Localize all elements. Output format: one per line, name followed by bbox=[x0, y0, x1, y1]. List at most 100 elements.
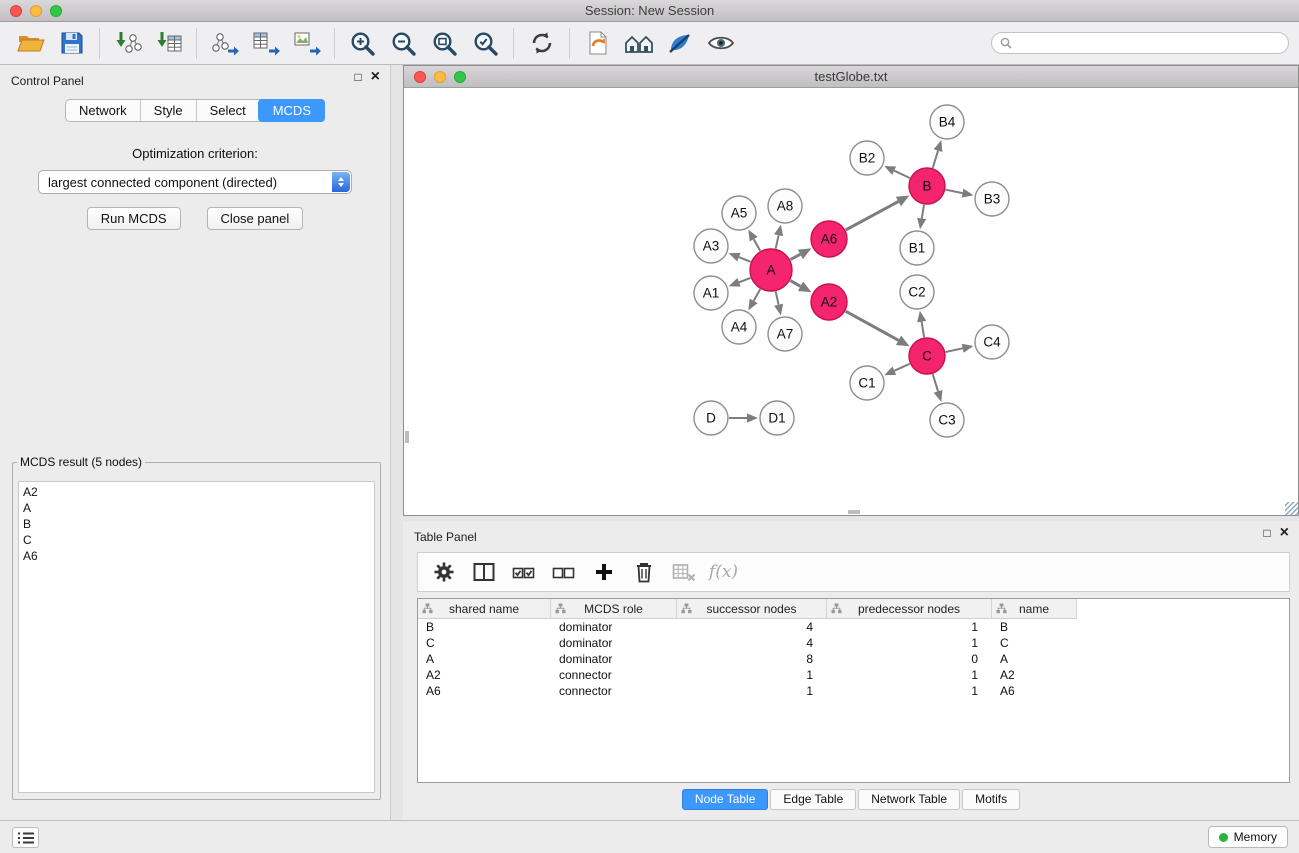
import-network-button[interactable] bbox=[107, 25, 148, 62]
node-D1[interactable]: D1 bbox=[760, 401, 794, 435]
table-row[interactable]: A6connector11A6 bbox=[418, 683, 1289, 699]
deselect-all-button[interactable] bbox=[550, 558, 577, 586]
first-neighbors-button[interactable] bbox=[618, 25, 659, 62]
function-builder-button[interactable]: f(x) bbox=[710, 558, 737, 586]
horizontal-scroll-mark[interactable] bbox=[848, 510, 860, 514]
node-C[interactable]: C bbox=[909, 338, 945, 374]
node-A2[interactable]: A2 bbox=[811, 284, 847, 320]
mcds-result-list[interactable]: A2ABCA6 bbox=[18, 481, 375, 793]
mcds-result-item[interactable]: A bbox=[23, 500, 370, 516]
table-row[interactable]: Cdominator41C bbox=[418, 635, 1289, 651]
tab-network[interactable]: Network bbox=[66, 100, 140, 121]
edge-C-C1[interactable] bbox=[884, 364, 909, 375]
node-B2[interactable]: B2 bbox=[850, 141, 884, 175]
column-header-predecessor-nodes[interactable]: predecessor nodes bbox=[827, 599, 992, 619]
node-C4[interactable]: C4 bbox=[975, 325, 1009, 359]
run-mcds-button[interactable]: Run MCDS bbox=[87, 207, 181, 230]
float-panel-icon[interactable]: □ bbox=[354, 71, 361, 83]
edge-B-B1[interactable] bbox=[917, 205, 926, 229]
network-canvas[interactable]: B4 B2 B B3 A5 A8 A6 B1 A3 A A1 C2 A2 A4 A7 C4 C C1 C3 D D1 bbox=[404, 89, 1298, 515]
minimize-window-icon[interactable] bbox=[30, 5, 42, 17]
node-C3[interactable]: C3 bbox=[930, 403, 964, 437]
mcds-result-item[interactable]: A2 bbox=[23, 484, 370, 500]
node-A5[interactable]: A5 bbox=[722, 196, 756, 230]
edge-D-D1[interactable] bbox=[729, 413, 758, 422]
edge-A2-C[interactable] bbox=[846, 311, 910, 346]
edge-A-A2[interactable] bbox=[790, 281, 811, 293]
node-B3[interactable]: B3 bbox=[975, 182, 1009, 216]
float-table-panel-icon[interactable]: □ bbox=[1263, 527, 1270, 539]
edge-C-C4[interactable] bbox=[946, 344, 974, 353]
mcds-result-item[interactable]: B bbox=[23, 516, 370, 532]
edge-A-A7[interactable] bbox=[774, 292, 783, 316]
tab-select[interactable]: Select bbox=[196, 100, 259, 121]
network-window-titlebar[interactable]: testGlobe.txt bbox=[404, 66, 1298, 88]
node-B[interactable]: B bbox=[909, 168, 945, 204]
network-graph[interactable]: B4 B2 B B3 A5 A8 A6 B1 A3 A A1 C2 A2 A4 A7 C4 C C1 C3 D D1 bbox=[404, 89, 1298, 515]
export-network-button[interactable] bbox=[204, 25, 245, 62]
hide-selected-button[interactable] bbox=[659, 25, 700, 62]
zoom-fit-button[interactable] bbox=[424, 25, 465, 62]
node-A1[interactable]: A1 bbox=[694, 276, 728, 310]
node-B1[interactable]: B1 bbox=[900, 231, 934, 265]
node-A6[interactable]: A6 bbox=[811, 221, 847, 257]
show-details-button[interactable] bbox=[700, 25, 741, 62]
zoom-selected-button[interactable] bbox=[465, 25, 506, 62]
tab-mcds[interactable]: MCDS bbox=[258, 99, 325, 122]
node-A7[interactable]: A7 bbox=[768, 317, 802, 351]
edge-B-B3[interactable] bbox=[946, 189, 974, 198]
table-row[interactable]: Bdominator41B bbox=[418, 619, 1289, 635]
close-mcds-panel-button[interactable]: Close panel bbox=[207, 207, 304, 230]
node-C1[interactable]: C1 bbox=[850, 366, 884, 400]
edge-A-A1[interactable] bbox=[729, 278, 751, 287]
node-A4[interactable]: A4 bbox=[722, 310, 756, 344]
tab-node-table[interactable]: Node Table bbox=[682, 789, 769, 810]
search-input[interactable] bbox=[1017, 36, 1280, 50]
open-session-button[interactable] bbox=[10, 25, 51, 62]
zoom-view-icon[interactable] bbox=[454, 71, 466, 83]
column-header-successor-nodes[interactable]: successor nodes bbox=[677, 599, 827, 619]
memory-button[interactable]: Memory bbox=[1208, 826, 1288, 848]
mcds-result-item[interactable]: C bbox=[23, 532, 370, 548]
tab-edge-table[interactable]: Edge Table bbox=[770, 789, 856, 810]
export-table-button[interactable] bbox=[245, 25, 286, 62]
search-box[interactable] bbox=[991, 32, 1289, 54]
node-D[interactable]: D bbox=[694, 401, 728, 435]
refresh-button[interactable] bbox=[521, 25, 562, 62]
zoom-in-button[interactable] bbox=[342, 25, 383, 62]
vertical-scroll-mark[interactable] bbox=[405, 431, 409, 443]
column-header-shared-name[interactable]: shared name bbox=[418, 599, 551, 619]
save-session-button[interactable] bbox=[51, 25, 92, 62]
criterion-dropdown[interactable]: largest connected component (directed) bbox=[38, 170, 352, 194]
table-row[interactable]: A2connector11A2 bbox=[418, 667, 1289, 683]
node-A[interactable]: A bbox=[750, 249, 792, 291]
table-row[interactable]: Adominator80A bbox=[418, 651, 1289, 667]
node-A8[interactable]: A8 bbox=[768, 189, 802, 223]
edge-A-A4[interactable] bbox=[748, 289, 760, 310]
edge-B-B2[interactable] bbox=[884, 166, 910, 178]
edge-A-A5[interactable] bbox=[748, 230, 760, 251]
export-image-button[interactable] bbox=[286, 25, 327, 62]
close-table-panel-icon[interactable]: × bbox=[1280, 527, 1289, 539]
export-session-button[interactable] bbox=[577, 25, 618, 62]
add-column-button[interactable] bbox=[590, 558, 617, 586]
mcds-result-item[interactable]: A6 bbox=[23, 548, 370, 564]
show-columns-button[interactable] bbox=[470, 558, 497, 586]
edge-A-A3[interactable] bbox=[729, 253, 751, 262]
edge-B-B4[interactable] bbox=[933, 140, 943, 168]
import-table-button[interactable] bbox=[148, 25, 189, 62]
node-C2[interactable]: C2 bbox=[900, 275, 934, 309]
tab-style[interactable]: Style bbox=[140, 100, 196, 121]
edge-A-A6[interactable] bbox=[790, 248, 811, 259]
zoom-window-icon[interactable] bbox=[50, 5, 62, 17]
minimize-view-icon[interactable] bbox=[434, 71, 446, 83]
column-header-MCDS-role[interactable]: MCDS role bbox=[551, 599, 677, 619]
close-view-icon[interactable] bbox=[414, 71, 426, 83]
zoom-out-button[interactable] bbox=[383, 25, 424, 62]
node-B4[interactable]: B4 bbox=[930, 105, 964, 139]
delete-column-button[interactable] bbox=[630, 558, 657, 586]
select-all-button[interactable] bbox=[510, 558, 537, 586]
node-A3[interactable]: A3 bbox=[694, 229, 728, 263]
close-panel-icon[interactable]: × bbox=[371, 71, 380, 83]
edge-C-C2[interactable] bbox=[917, 311, 926, 337]
